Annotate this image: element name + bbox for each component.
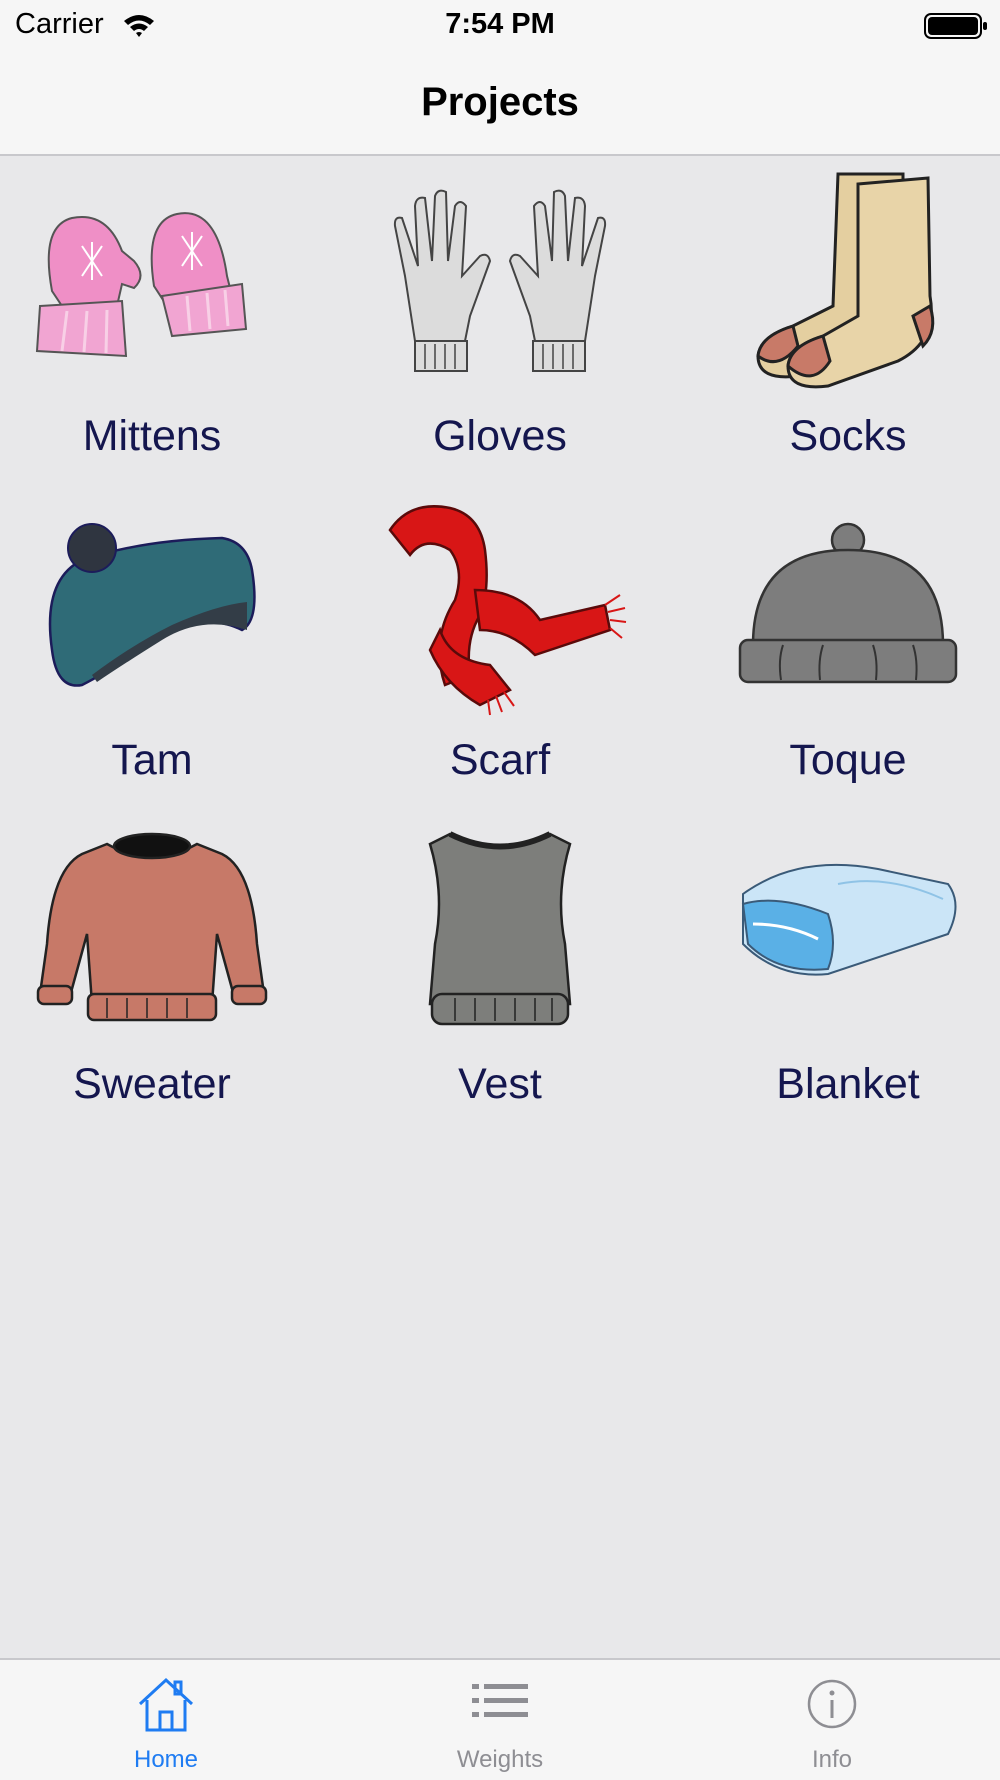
info-icon [807,1679,857,1729]
project-label: Blanket [776,1060,920,1108]
project-label: Scarf [449,736,551,784]
project-cell-tam[interactable]: Tam [2,480,302,800]
navigation-bar: Projects [0,50,1000,156]
project-label: Socks [789,412,907,460]
project-cell-mittens[interactable]: Mittens [2,156,302,476]
project-cell-scarf[interactable]: Scarf [350,480,650,800]
project-cell-socks[interactable]: Socks [698,156,998,476]
home-icon [138,1677,194,1732]
page-title: Projects [421,80,579,124]
project-label: Toque [789,736,907,784]
clock: 7:54 PM [445,8,555,40]
project-label: Gloves [433,412,567,460]
gloves-icon [393,189,607,372]
blanket-icon [741,863,957,976]
vest-icon [428,831,572,1026]
project-label: Sweater [73,1060,231,1108]
battery-icon [924,13,987,39]
project-cell-gloves[interactable]: Gloves [350,156,650,476]
project-label: Mittens [82,412,222,460]
project-cell-vest[interactable]: Vest [350,804,650,1124]
project-label: Vest [458,1060,542,1108]
project-cell-sweater[interactable]: Sweater [2,804,302,1124]
socks-icon [756,172,935,389]
mittens-icon [35,212,248,358]
project-label: Tam [111,736,193,784]
tab-home[interactable]: Home [56,1660,276,1780]
project-cell-toque[interactable]: Toque [698,480,998,800]
sweater-icon [36,832,268,1022]
tab-info[interactable]: Info [722,1660,942,1780]
tab-weights[interactable]: Weights [390,1660,610,1780]
list-icon [472,1684,528,1717]
tab-label: Weights [456,1746,544,1773]
tab-label: Home [133,1746,199,1773]
project-cell-blanket[interactable]: Blanket [698,804,998,1124]
status-bar: Carrier 7:54 PM [0,0,1000,50]
toque-icon [738,522,958,684]
scarf-icon [388,505,627,716]
tab-label: Info [811,1746,853,1773]
tab-bar: Home Weights Info [0,1658,1000,1780]
tam-icon [48,523,256,687]
